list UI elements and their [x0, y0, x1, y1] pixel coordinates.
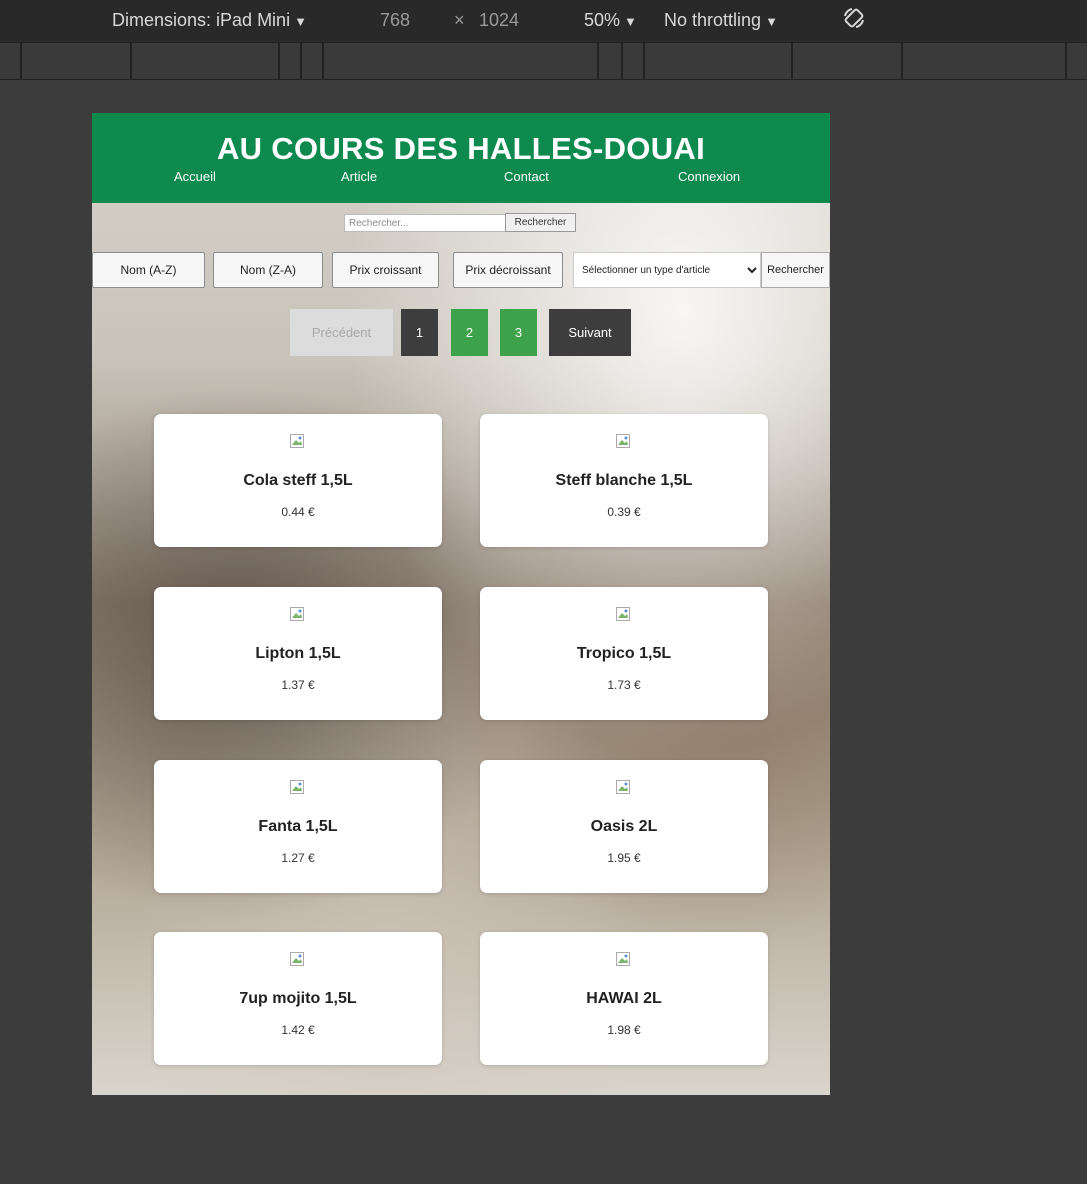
type-search-button[interactable]: Rechercher [761, 252, 830, 288]
search-button[interactable]: Rechercher [505, 213, 576, 232]
throttling-dropdown[interactable]: No throttling ▼ [664, 10, 778, 31]
ruler-mark[interactable] [1065, 43, 1067, 79]
product-card[interactable]: Cola steff 1,5L 0.44 € [154, 414, 442, 547]
width-input[interactable]: 768 [380, 10, 410, 31]
nav-link-connexion[interactable]: Connexion [678, 169, 740, 184]
article-type-select[interactable]: Sélectionner un type d'article [573, 252, 761, 288]
zoom-label: 50% [584, 10, 621, 30]
page-1-button[interactable]: 1 [401, 309, 438, 356]
site-header: AU COURS DES HALLES-DOUAI Accueil Articl… [92, 113, 830, 203]
product-card[interactable]: 7up mojito 1,5L 1.42 € [154, 932, 442, 1065]
sort-price-asc-button[interactable]: Prix croissant [332, 252, 439, 288]
nav-link-contact[interactable]: Contact [504, 169, 549, 184]
product-price: 0.44 € [281, 505, 315, 519]
broken-image-icon [616, 780, 630, 794]
product-name: Tropico 1,5L [576, 645, 672, 662]
ruler-mark[interactable] [901, 43, 903, 79]
ruler-mark[interactable] [322, 43, 324, 79]
product-name: HAWAI 2L [586, 990, 662, 1007]
chevron-down-icon: ▼ [765, 14, 778, 29]
broken-image-icon [616, 607, 630, 621]
sort-name-desc-button[interactable]: Nom (Z-A) [213, 252, 323, 288]
product-card[interactable]: Fanta 1,5L 1.27 € [154, 760, 442, 893]
ruler-mark[interactable] [643, 43, 645, 79]
device-dimensions-dropdown[interactable]: Dimensions: iPad Mini ▼ [112, 10, 307, 31]
dimension-separator: × [454, 10, 465, 30]
devtools-toolbar: Dimensions: iPad Mini ▼ 768 × 1024 50% ▼ N… [0, 0, 1087, 42]
next-page-button[interactable]: Suivant [549, 309, 631, 356]
sort-price-desc-button[interactable]: Prix décroissant [453, 252, 563, 288]
page-2-button[interactable]: 2 [451, 309, 488, 356]
ruler-mark[interactable] [621, 43, 623, 79]
device-dimensions-label: Dimensions: iPad Mini [112, 10, 291, 30]
media-query-ruler [0, 42, 1087, 80]
ruler-mark[interactable] [791, 43, 793, 79]
product-price: 0.39 € [607, 505, 641, 519]
product-card[interactable]: Oasis 2L 1.95 € [480, 760, 768, 893]
product-price: 1.27 € [281, 851, 315, 865]
product-price: 1.42 € [281, 1023, 315, 1037]
height-input[interactable]: 1024 [479, 10, 519, 31]
rotate-icon[interactable] [842, 6, 866, 30]
product-name: Oasis 2L [590, 818, 658, 835]
nav-link-article[interactable]: Article [341, 169, 377, 184]
ruler-mark[interactable] [300, 43, 302, 79]
search-input[interactable] [344, 214, 512, 232]
page-3-button[interactable]: 3 [500, 309, 537, 356]
broken-image-icon [616, 434, 630, 448]
chevron-down-icon: ▼ [294, 14, 307, 29]
broken-image-icon [290, 434, 304, 448]
product-card[interactable]: Tropico 1,5L 1.73 € [480, 587, 768, 720]
chevron-down-icon: ▼ [624, 14, 637, 29]
product-name: 7up mojito 1,5L [239, 990, 357, 1007]
zoom-dropdown[interactable]: 50% ▼ [584, 10, 637, 31]
product-name: Cola steff 1,5L [243, 472, 353, 489]
product-price: 1.95 € [607, 851, 641, 865]
product-name: Lipton 1,5L [255, 645, 341, 662]
broken-image-icon [290, 780, 304, 794]
emulated-page: AU COURS DES HALLES-DOUAI Accueil Articl… [92, 113, 830, 1095]
product-name: Fanta 1,5L [258, 818, 338, 835]
product-card[interactable]: Steff blanche 1,5L 0.39 € [480, 414, 768, 547]
site-title: AU COURS DES HALLES-DOUAI [216, 131, 705, 166]
nav-link-accueil[interactable]: Accueil [174, 169, 216, 184]
broken-image-icon [616, 952, 630, 966]
product-price: 1.73 € [607, 678, 641, 692]
previous-page-button[interactable]: Précédent [290, 309, 393, 356]
ruler-mark[interactable] [597, 43, 599, 79]
product-price: 1.98 € [607, 1023, 641, 1037]
sort-name-asc-button[interactable]: Nom (A-Z) [92, 252, 205, 288]
broken-image-icon [290, 607, 304, 621]
ruler-mark[interactable] [130, 43, 132, 79]
broken-image-icon [290, 952, 304, 966]
ruler-mark[interactable] [278, 43, 280, 79]
product-name: Steff blanche 1,5L [555, 472, 693, 489]
product-card[interactable]: HAWAI 2L 1.98 € [480, 932, 768, 1065]
throttling-label: No throttling [664, 10, 762, 30]
ruler-mark[interactable] [20, 43, 22, 79]
product-card[interactable]: Lipton 1,5L 1.37 € [154, 587, 442, 720]
product-price: 1.37 € [281, 678, 315, 692]
